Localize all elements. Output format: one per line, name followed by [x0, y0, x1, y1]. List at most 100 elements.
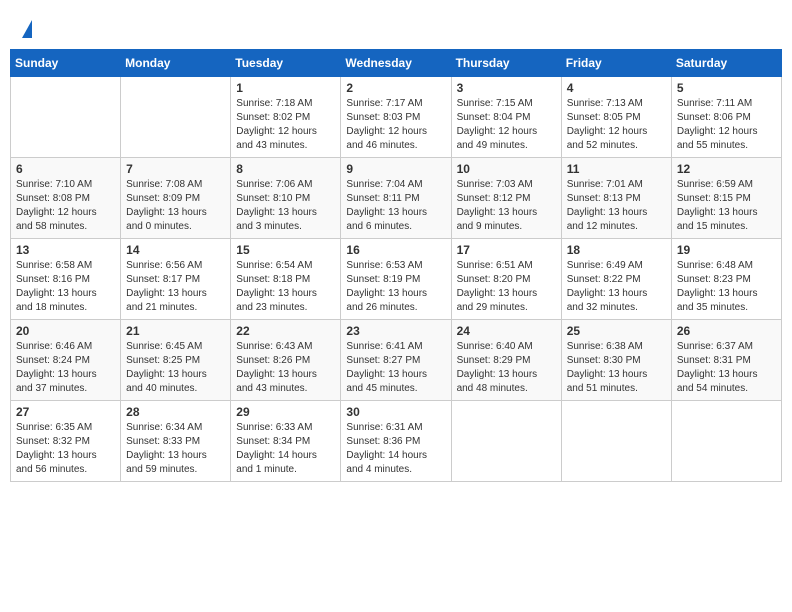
cell-details: Sunrise: 6:59 AMSunset: 8:15 PMDaylight:…	[677, 178, 776, 234]
logo-triangle-icon	[22, 20, 32, 38]
cell-details: Sunrise: 7:18 AMSunset: 8:02 PMDaylight:…	[236, 97, 335, 153]
day-number: 7	[126, 162, 225, 176]
cell-details: Sunrise: 7:15 AMSunset: 8:04 PMDaylight:…	[457, 97, 556, 153]
calendar-cell	[121, 77, 231, 158]
calendar-table: SundayMondayTuesdayWednesdayThursdayFrid…	[10, 49, 782, 482]
calendar-cell: 14Sunrise: 6:56 AMSunset: 8:17 PMDayligh…	[121, 239, 231, 320]
day-number: 9	[346, 162, 445, 176]
calendar-cell: 2Sunrise: 7:17 AMSunset: 8:03 PMDaylight…	[341, 77, 451, 158]
cell-details: Sunrise: 6:41 AMSunset: 8:27 PMDaylight:…	[346, 340, 445, 396]
calendar-header-row: SundayMondayTuesdayWednesdayThursdayFrid…	[11, 50, 782, 77]
day-header-friday: Friday	[561, 50, 671, 77]
calendar-week-row: 20 Sunrise: 6:46 AMSunset: 8:24 PMDayligh…	[11, 320, 782, 401]
calendar-cell: 30 Sunrise: 6:31 AMSunset: 8:36 PMDayligh…	[341, 401, 451, 482]
day-number: 20	[16, 324, 115, 338]
calendar-cell: 20 Sunrise: 6:46 AMSunset: 8:24 PMDayligh…	[11, 320, 121, 401]
calendar-cell: 10 Sunrise: 7:03 AMSunset: 8:12 PMDayligh…	[451, 158, 561, 239]
day-number: 19	[677, 243, 776, 257]
day-number: 18	[567, 243, 666, 257]
day-number: 4	[567, 81, 666, 95]
day-number: 13	[16, 243, 115, 257]
calendar-cell: 26Sunrise: 6:37 AMSunset: 8:31 PMDayligh…	[671, 320, 781, 401]
day-header-sunday: Sunday	[11, 50, 121, 77]
day-number: 27	[16, 405, 115, 419]
calendar-week-row: 27Sunrise: 6:35 AMSunset: 8:32 PMDayligh…	[11, 401, 782, 482]
cell-details: Sunrise: 7:01 AMSunset: 8:13 PMDaylight:…	[567, 178, 666, 234]
calendar-cell: 25 Sunrise: 6:38 AMSunset: 8:30 PMDayligh…	[561, 320, 671, 401]
day-number: 29	[236, 405, 335, 419]
day-number: 5	[677, 81, 776, 95]
calendar-cell: 8 Sunrise: 7:06 AMSunset: 8:10 PMDaylight…	[231, 158, 341, 239]
calendar-cell: 4 Sunrise: 7:13 AMSunset: 8:05 PMDaylight…	[561, 77, 671, 158]
cell-details: Sunrise: 7:17 AMSunset: 8:03 PMDaylight:…	[346, 97, 445, 153]
calendar-cell: 19 Sunrise: 6:48 AMSunset: 8:23 PMDayligh…	[671, 239, 781, 320]
cell-details: Sunrise: 6:37 AMSunset: 8:31 PMDaylight:…	[677, 340, 776, 396]
calendar-cell: 11Sunrise: 7:01 AMSunset: 8:13 PMDayligh…	[561, 158, 671, 239]
day-number: 15	[236, 243, 335, 257]
cell-details: Sunrise: 6:46 AMSunset: 8:24 PMDaylight:…	[16, 340, 115, 396]
cell-details: Sunrise: 7:10 AMSunset: 8:08 PMDaylight:…	[16, 178, 115, 234]
day-number: 21	[126, 324, 225, 338]
day-header-thursday: Thursday	[451, 50, 561, 77]
cell-details: Sunrise: 7:04 AMSunset: 8:11 PMDaylight:…	[346, 178, 445, 234]
day-number: 23	[346, 324, 445, 338]
day-number: 3	[457, 81, 556, 95]
day-number: 6	[16, 162, 115, 176]
calendar-cell: 13 Sunrise: 6:58 AMSunset: 8:16 PMDayligh…	[11, 239, 121, 320]
cell-details: Sunrise: 6:51 AMSunset: 8:20 PMDaylight:…	[457, 259, 556, 315]
calendar-cell: 18 Sunrise: 6:49 AMSunset: 8:22 PMDayligh…	[561, 239, 671, 320]
day-number: 25	[567, 324, 666, 338]
cell-details: Sunrise: 6:58 AMSunset: 8:16 PMDaylight:…	[16, 259, 115, 315]
calendar-cell: 24 Sunrise: 6:40 AMSunset: 8:29 PMDayligh…	[451, 320, 561, 401]
page-header	[10, 10, 782, 43]
cell-details: Sunrise: 6:31 AMSunset: 8:36 PMDaylight:…	[346, 421, 445, 477]
calendar-week-row: 1 Sunrise: 7:18 AMSunset: 8:02 PMDaylight…	[11, 77, 782, 158]
cell-details: Sunrise: 6:33 AMSunset: 8:34 PMDaylight:…	[236, 421, 335, 477]
cell-details: Sunrise: 6:40 AMSunset: 8:29 PMDaylight:…	[457, 340, 556, 396]
cell-details: Sunrise: 6:56 AMSunset: 8:17 PMDaylight:…	[126, 259, 225, 315]
calendar-week-row: 13 Sunrise: 6:58 AMSunset: 8:16 PMDayligh…	[11, 239, 782, 320]
calendar-cell: 28 Sunrise: 6:34 AMSunset: 8:33 PMDayligh…	[121, 401, 231, 482]
cell-details: Sunrise: 6:54 AMSunset: 8:18 PMDaylight:…	[236, 259, 335, 315]
calendar-cell: 22Sunrise: 6:43 AMSunset: 8:26 PMDayligh…	[231, 320, 341, 401]
cell-details: Sunrise: 7:03 AMSunset: 8:12 PMDaylight:…	[457, 178, 556, 234]
cell-details: Sunrise: 7:13 AMSunset: 8:05 PMDaylight:…	[567, 97, 666, 153]
cell-details: Sunrise: 6:53 AMSunset: 8:19 PMDaylight:…	[346, 259, 445, 315]
cell-details: Sunrise: 6:43 AMSunset: 8:26 PMDaylight:…	[236, 340, 335, 396]
calendar-cell	[451, 401, 561, 482]
day-number: 30	[346, 405, 445, 419]
day-number: 16	[346, 243, 445, 257]
calendar-cell	[561, 401, 671, 482]
cell-details: Sunrise: 7:08 AMSunset: 8:09 PMDaylight:…	[126, 178, 225, 234]
calendar-cell: 7 Sunrise: 7:08 AMSunset: 8:09 PMDaylight…	[121, 158, 231, 239]
day-header-wednesday: Wednesday	[341, 50, 451, 77]
cell-details: Sunrise: 7:06 AMSunset: 8:10 PMDaylight:…	[236, 178, 335, 234]
calendar-cell: 1 Sunrise: 7:18 AMSunset: 8:02 PMDaylight…	[231, 77, 341, 158]
day-number: 28	[126, 405, 225, 419]
day-number: 8	[236, 162, 335, 176]
calendar-cell: 9 Sunrise: 7:04 AMSunset: 8:11 PMDaylight…	[341, 158, 451, 239]
calendar-cell: 21 Sunrise: 6:45 AMSunset: 8:25 PMDayligh…	[121, 320, 231, 401]
cell-details: Sunrise: 6:48 AMSunset: 8:23 PMDaylight:…	[677, 259, 776, 315]
calendar-cell: 29 Sunrise: 6:33 AMSunset: 8:34 PMDayligh…	[231, 401, 341, 482]
calendar-cell: 27Sunrise: 6:35 AMSunset: 8:32 PMDayligh…	[11, 401, 121, 482]
day-number: 12	[677, 162, 776, 176]
calendar-cell: 5 Sunrise: 7:11 AMSunset: 8:06 PMDaylight…	[671, 77, 781, 158]
day-header-tuesday: Tuesday	[231, 50, 341, 77]
day-number: 1	[236, 81, 335, 95]
calendar-cell: 12 Sunrise: 6:59 AMSunset: 8:15 PMDayligh…	[671, 158, 781, 239]
day-number: 24	[457, 324, 556, 338]
logo	[20, 18, 32, 39]
calendar-cell: 3 Sunrise: 7:15 AMSunset: 8:04 PMDaylight…	[451, 77, 561, 158]
calendar-cell: 6 Sunrise: 7:10 AMSunset: 8:08 PMDaylight…	[11, 158, 121, 239]
day-number: 10	[457, 162, 556, 176]
cell-details: Sunrise: 7:11 AMSunset: 8:06 PMDaylight:…	[677, 97, 776, 153]
calendar-week-row: 6 Sunrise: 7:10 AMSunset: 8:08 PMDaylight…	[11, 158, 782, 239]
calendar-cell: 17Sunrise: 6:51 AMSunset: 8:20 PMDayligh…	[451, 239, 561, 320]
cell-details: Sunrise: 6:38 AMSunset: 8:30 PMDaylight:…	[567, 340, 666, 396]
cell-details: Sunrise: 6:45 AMSunset: 8:25 PMDaylight:…	[126, 340, 225, 396]
cell-details: Sunrise: 6:34 AMSunset: 8:33 PMDaylight:…	[126, 421, 225, 477]
calendar-cell: 16 Sunrise: 6:53 AMSunset: 8:19 PMDayligh…	[341, 239, 451, 320]
calendar-cell	[11, 77, 121, 158]
cell-details: Sunrise: 6:49 AMSunset: 8:22 PMDaylight:…	[567, 259, 666, 315]
